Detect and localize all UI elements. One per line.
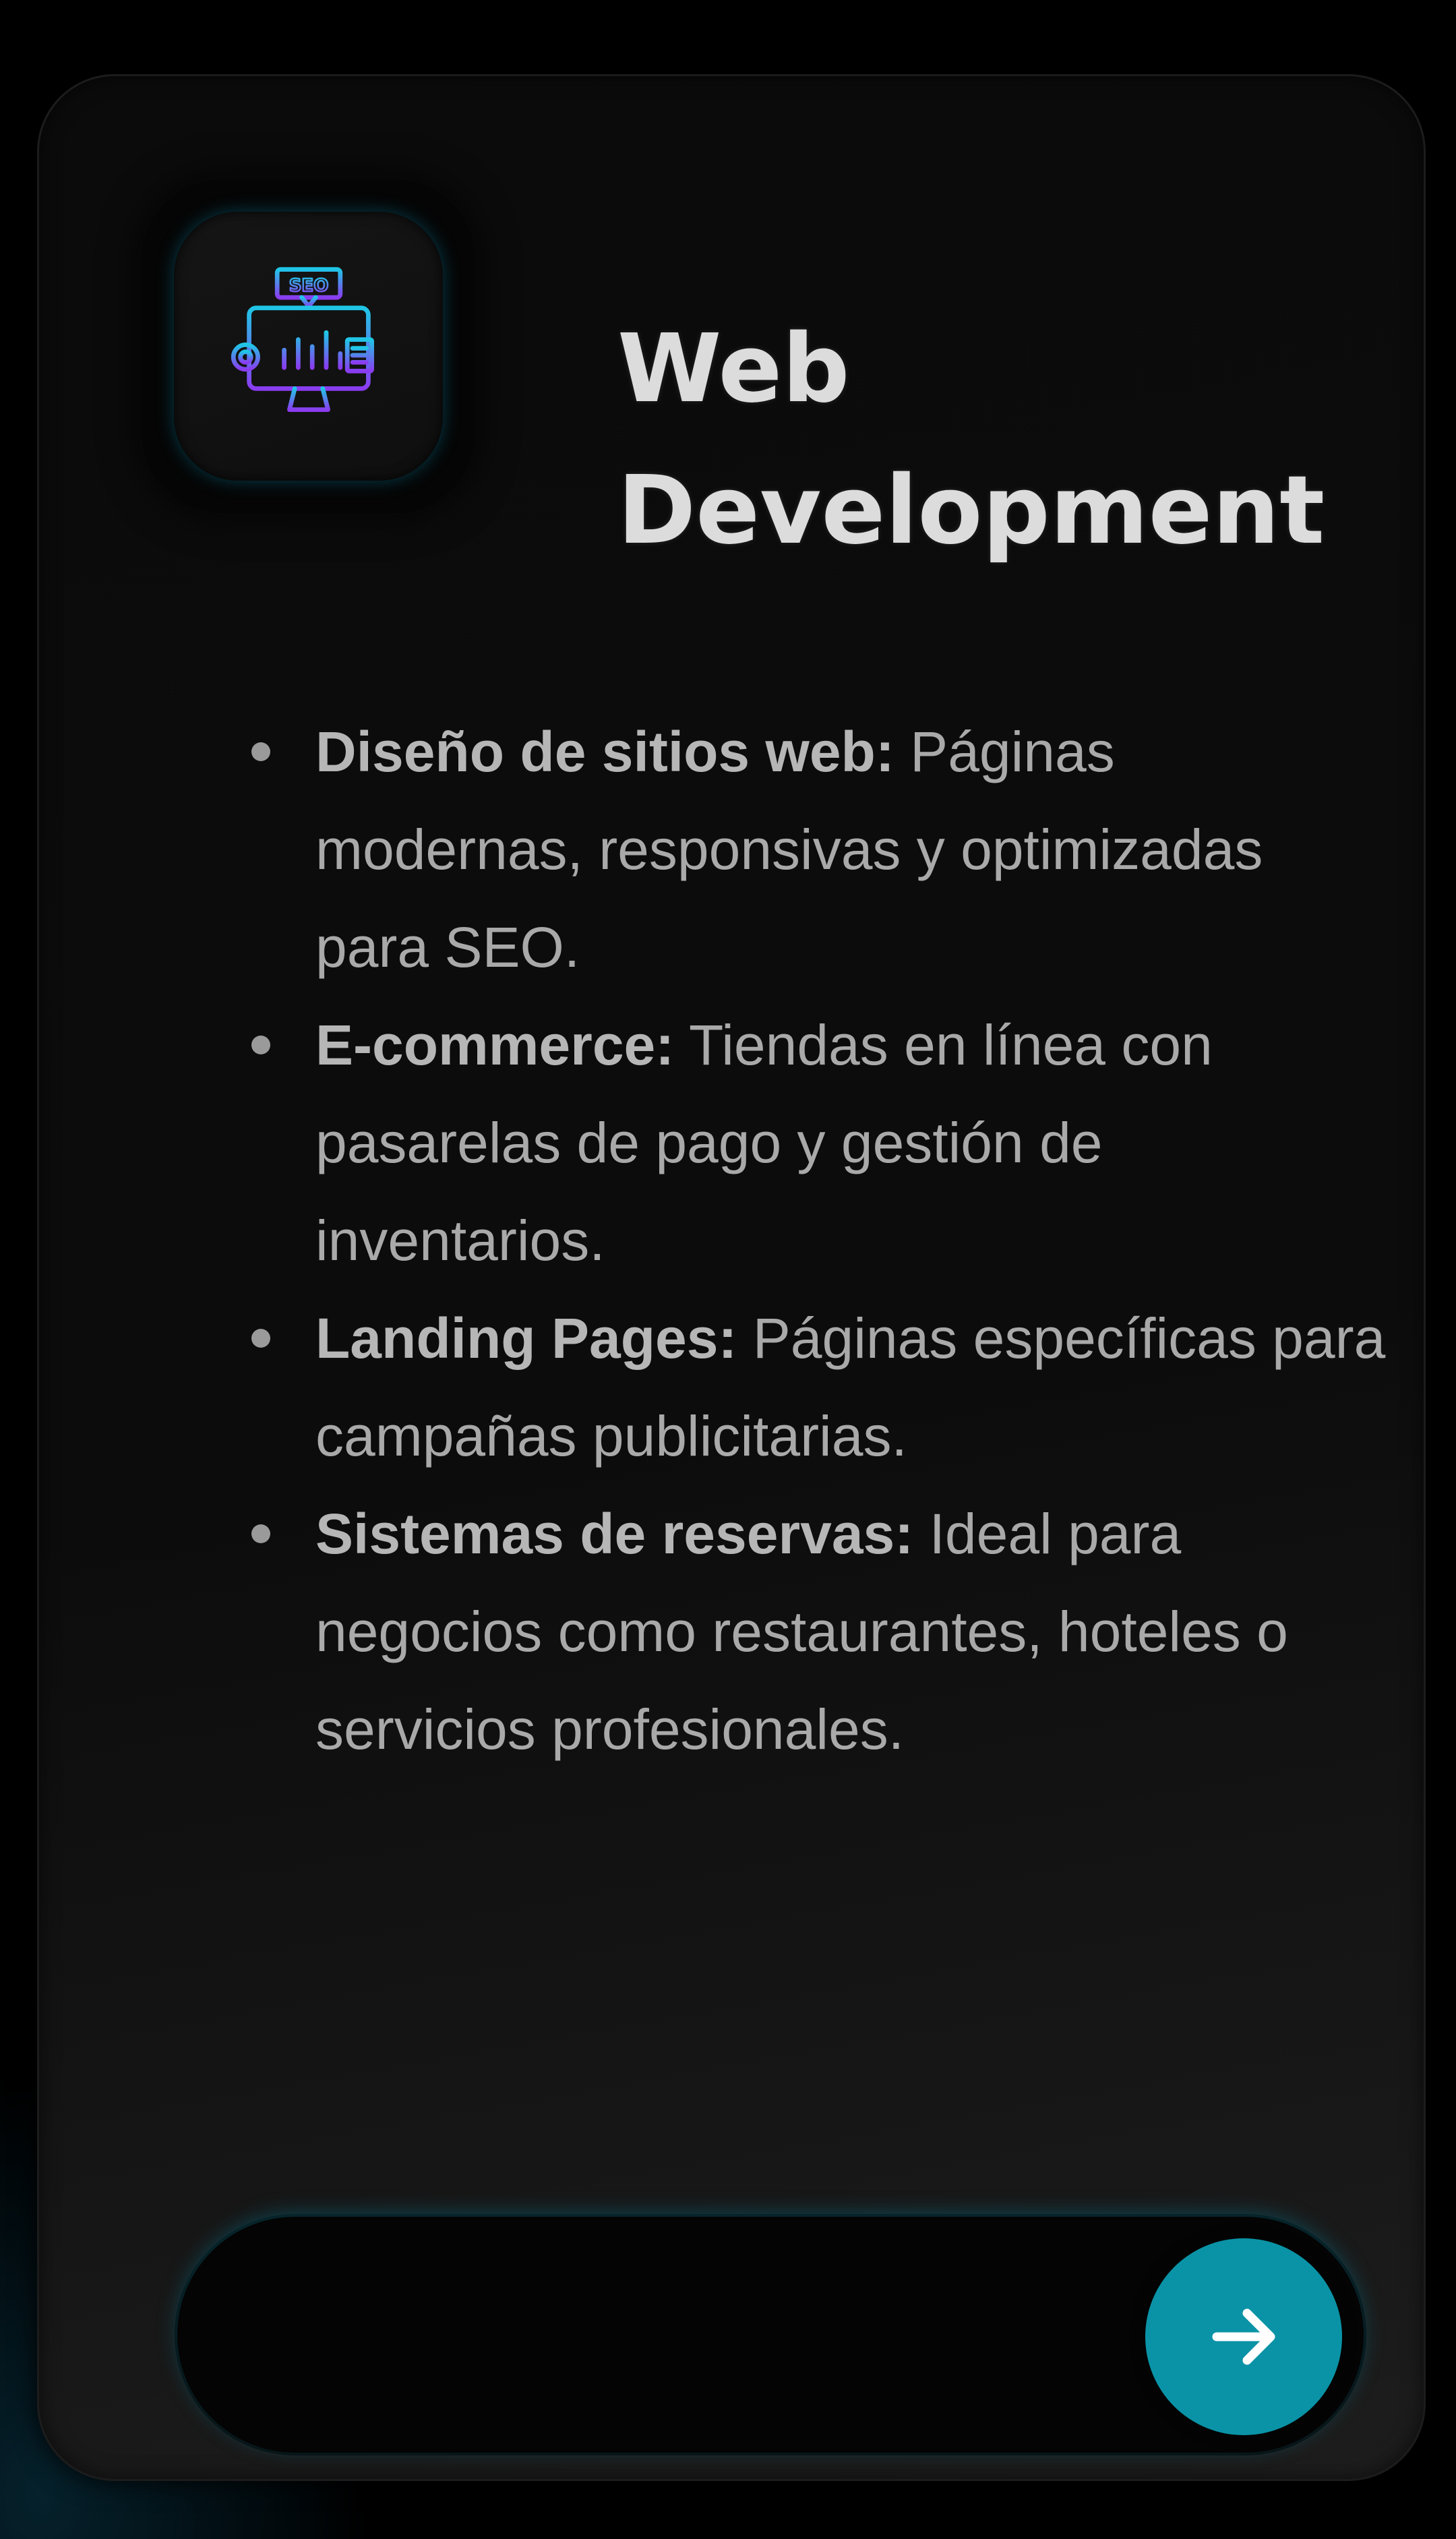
service-icon-tile: SEO [174,212,443,481]
feature-item: E-commerce: Tiendas en línea con pasarel… [241,996,1387,1290]
feature-item: Sistemas de reservas: Ideal para negocio… [241,1485,1387,1779]
feature-label: Diseño de sitios web: [315,720,894,783]
feature-label: Sistemas de reservas: [315,1502,914,1565]
feature-list: Diseño de sitios web: Páginas modernas, … [241,703,1387,1779]
seo-monitor-icon: SEO [231,266,374,415]
feature-label: E-commerce: [315,1013,675,1077]
arrow-right-icon [1212,2308,1275,2365]
card-title: Web Development [617,314,1325,566]
next-arrow-button[interactable] [1145,2238,1342,2435]
cta-bar [177,2217,1364,2453]
feature-label: Landing Pages: [315,1307,737,1370]
svg-text:SEO: SEO [289,276,328,296]
service-card: SEO Web Development Diseño de sitios web… [37,74,1426,2481]
feature-item: Landing Pages: Páginas específicas para … [241,1290,1387,1485]
service-icon-frame: SEO [142,179,475,513]
feature-item: Diseño de sitios web: Páginas modernas, … [241,703,1387,996]
